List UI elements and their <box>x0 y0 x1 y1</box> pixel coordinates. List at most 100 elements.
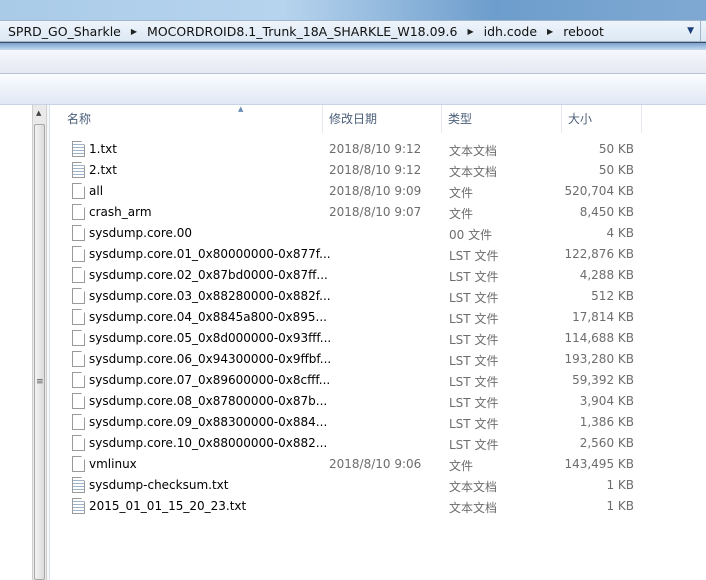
column-size[interactable]: 大小 <box>562 105 642 133</box>
file-date: 2018/8/10 9:12 <box>329 142 422 156</box>
file-name: sysdump.core.04_0x8845a800-0x895... <box>89 310 327 324</box>
file-icon <box>72 414 85 430</box>
breadcrumb-item[interactable]: MOCORDROID8.1_Trunk_18A_SHARKLE_W18.09.6 <box>147 24 457 39</box>
command-bar <box>0 74 706 105</box>
file-row[interactable]: 2015_01_01_15_20_23.txt 文本文档 1 KB <box>50 496 706 517</box>
file-row[interactable]: 2.txt 2018/8/10 9:12 文本文档 50 KB <box>50 160 706 181</box>
file-size: 4,288 KB <box>579 268 634 282</box>
file-row[interactable]: sysdump.core.04_0x8845a800-0x895... LST … <box>50 307 706 328</box>
file-size: 50 KB <box>598 142 634 156</box>
breadcrumb-item[interactable]: reboot <box>563 24 604 39</box>
column-date[interactable]: 修改日期 <box>323 105 442 133</box>
file-row[interactable]: sysdump-checksum.txt 文本文档 1 KB <box>50 475 706 496</box>
breadcrumb-arrow-icon[interactable]: ▶ <box>131 27 137 36</box>
frame-divider <box>0 42 706 50</box>
file-row[interactable]: sysdump.core.09_0x88300000-0x884... LST … <box>50 412 706 433</box>
file-row[interactable]: sysdump.core.02_0x87bd0000-0x87ff... LST… <box>50 265 706 286</box>
file-type: LST 文件 <box>449 249 499 263</box>
file-size: 59,392 KB <box>572 373 634 387</box>
file-icon <box>72 456 85 472</box>
file-size: 512 KB <box>591 289 634 303</box>
file-row[interactable]: sysdump.core.08_0x87800000-0x87b... LST … <box>50 391 706 412</box>
breadcrumb-arrow-icon[interactable]: ▶ <box>467 27 473 36</box>
navigation-pane[interactable] <box>0 105 32 580</box>
file-type: LST 文件 <box>449 375 499 389</box>
column-header: ▲ 名称 修改日期 类型 大小 <box>50 105 706 133</box>
file-row[interactable]: 1.txt 2018/8/10 9:12 文本文档 50 KB <box>50 139 706 160</box>
column-type[interactable]: 类型 <box>442 105 562 133</box>
file-size: 3,904 KB <box>579 394 634 408</box>
address-dropdown-icon[interactable]: ▼ <box>687 26 694 36</box>
file-size: 114,688 KB <box>564 331 634 345</box>
file-name: sysdump.core.10_0x88000000-0x882... <box>89 436 328 450</box>
text-file-icon <box>72 162 85 178</box>
file-type: 文件 <box>449 459 474 473</box>
file-row[interactable]: sysdump.core.05_0x8d000000-0x93fff... LS… <box>50 328 706 349</box>
file-name: sysdump.core.08_0x87800000-0x87b... <box>89 394 328 408</box>
file-type: LST 文件 <box>449 396 499 410</box>
toolbar <box>0 50 706 74</box>
scroll-up-icon[interactable]: ▲ <box>36 109 41 117</box>
breadcrumb-item[interactable]: idh.code <box>484 24 537 39</box>
file-type: 文本文档 <box>449 501 498 515</box>
file-size: 122,876 KB <box>564 247 634 261</box>
file-type: LST 文件 <box>449 270 499 284</box>
file-size: 193,280 KB <box>564 352 634 366</box>
file-row[interactable]: sysdump.core.00 00 文件 4 KB <box>50 223 706 244</box>
file-icon <box>72 393 85 409</box>
address-bar[interactable]: SPRD_GO_Sharkle ▶ MOCORDROID8.1_Trunk_18… <box>0 20 706 42</box>
file-row[interactable]: sysdump.core.01_0x80000000-0x877f... LST… <box>50 244 706 265</box>
file-row[interactable]: sysdump.core.03_0x88280000-0x882f... LST… <box>50 286 706 307</box>
file-date: 2018/8/10 9:06 <box>329 457 422 471</box>
file-size: 1,386 KB <box>579 415 634 429</box>
file-icon <box>72 372 85 388</box>
file-size: 143,495 KB <box>564 457 634 471</box>
breadcrumb-arrow-icon[interactable]: ▶ <box>547 27 553 36</box>
file-type: LST 文件 <box>449 333 499 347</box>
file-icon <box>72 246 85 262</box>
column-name[interactable]: 名称 <box>61 105 323 133</box>
file-name: 2.txt <box>89 163 117 177</box>
file-name: sysdump.core.07_0x89600000-0x8cfff... <box>89 373 331 387</box>
file-type: 文本文档 <box>449 480 498 494</box>
file-type: 文件 <box>449 207 474 221</box>
file-row[interactable]: sysdump.core.07_0x89600000-0x8cfff... LS… <box>50 370 706 391</box>
file-name: 2015_01_01_15_20_23.txt <box>89 499 247 513</box>
file-row[interactable]: crash_arm 2018/8/10 9:07 文件 8,450 KB <box>50 202 706 223</box>
file-row[interactable]: sysdump.core.06_0x94300000-0x9ffbf... LS… <box>50 349 706 370</box>
file-size: 520,704 KB <box>564 184 634 198</box>
window-background <box>0 0 706 20</box>
file-icon <box>72 288 85 304</box>
file-icon <box>72 183 85 199</box>
scrollbar-thumb[interactable] <box>34 124 45 580</box>
file-type: LST 文件 <box>449 438 499 452</box>
file-size: 4 KB <box>606 226 634 240</box>
file-name: vmlinux <box>89 457 137 471</box>
file-icon <box>72 330 85 346</box>
file-row[interactable]: sysdump.core.10_0x88000000-0x882... LST … <box>50 433 706 454</box>
file-row[interactable]: vmlinux 2018/8/10 9:06 文件 143,495 KB <box>50 454 706 475</box>
file-name: sysdump-checksum.txt <box>89 478 229 492</box>
file-type: 文本文档 <box>449 165 498 179</box>
address-bar-edge <box>700 21 706 41</box>
file-type: LST 文件 <box>449 354 499 368</box>
file-type: 00 文件 <box>449 228 493 242</box>
file-size: 50 KB <box>598 163 634 177</box>
file-icon <box>72 435 85 451</box>
file-date: 2018/8/10 9:12 <box>329 163 422 177</box>
file-size: 17,814 KB <box>572 310 634 324</box>
navigation-scrollbar[interactable]: ▲ ≡ <box>32 105 47 580</box>
grip-icon: ≡ <box>36 377 44 387</box>
breadcrumb-item[interactable]: SPRD_GO_Sharkle <box>8 24 121 39</box>
file-icon <box>72 351 85 367</box>
file-type: LST 文件 <box>449 312 499 326</box>
file-icon <box>72 225 85 241</box>
file-type: 文本文档 <box>449 144 498 158</box>
file-row[interactable]: all 2018/8/10 9:09 文件 520,704 KB <box>50 181 706 202</box>
file-name: sysdump.core.09_0x88300000-0x884... <box>89 415 328 429</box>
file-type: 文件 <box>449 186 474 200</box>
file-icon <box>72 309 85 325</box>
file-icon <box>72 267 85 283</box>
file-size: 8,450 KB <box>579 205 634 219</box>
file-type: LST 文件 <box>449 417 499 431</box>
